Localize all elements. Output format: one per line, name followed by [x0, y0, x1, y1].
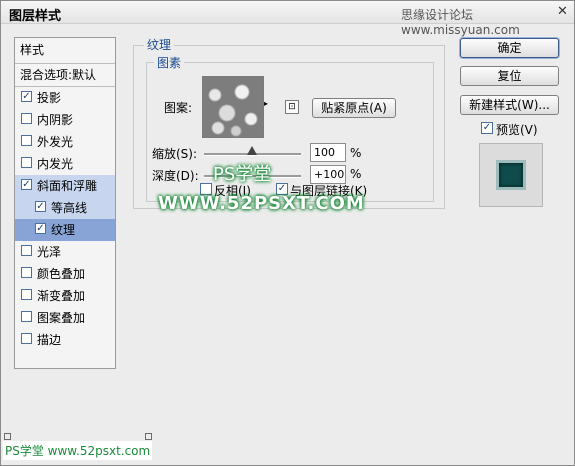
styles-header[interactable]: 样式 [15, 38, 115, 64]
style-item-outer-glow[interactable]: 外发光 [15, 131, 115, 153]
contour-checkbox[interactable]: ✓ [35, 201, 46, 212]
corner-mark [145, 433, 152, 440]
new-style-button[interactable]: 新建样式(W)... [460, 95, 559, 115]
depth-unit: % [350, 167, 362, 181]
footer-watermark: PS学堂 www.52psxt.com [3, 441, 153, 460]
depth-label: 深度(D): [152, 169, 199, 183]
style-item-satin[interactable]: 光泽 [15, 241, 115, 263]
style-item-drop-shadow[interactable]: ✓ 投影 [15, 87, 115, 109]
pattern-overlay-checkbox[interactable] [21, 311, 32, 322]
style-item-label: 等高线 [51, 201, 88, 215]
styles-list: 样式 混合选项:默认 ✓ 投影 内阴影 外发光 内发光 ✓ 斜面和浮雕 ✓ 等高… [14, 37, 116, 369]
style-item-label: 投影 [37, 91, 62, 105]
style-item-label: 内阴影 [37, 113, 74, 127]
blending-options-item[interactable]: 混合选项:默认 [15, 64, 115, 87]
style-item-label: 图案叠加 [37, 311, 86, 325]
site-watermark-brand: PS学堂 [213, 164, 272, 185]
style-item-texture[interactable]: ✓ 纹理 [15, 219, 115, 241]
corner-mark [4, 433, 11, 440]
style-item-label: 斜面和浮雕 [37, 179, 98, 193]
pattern-label: 图案: [164, 101, 193, 115]
preview-tile [496, 160, 526, 190]
scale-slider-thumb[interactable] [247, 146, 257, 155]
snap-to-origin-button[interactable]: 贴紧原点(A) [312, 98, 396, 118]
style-item-gradient-overlay[interactable]: 渐变叠加 [15, 285, 115, 307]
new-preset-icon[interactable]: ⊡ [285, 100, 299, 114]
forum-watermark: 思缘设计论坛 www.missyuan.com [401, 8, 520, 37]
style-item-label: 渐变叠加 [37, 289, 86, 303]
elements-group-title: 图素 [154, 54, 185, 71]
style-item-bevel-emboss[interactable]: ✓ 斜面和浮雕 [15, 175, 115, 197]
preview-label: 预览(V) [496, 123, 538, 137]
texture-group-title: 纹理 [144, 36, 175, 53]
scale-input[interactable]: 100 [310, 143, 346, 162]
style-item-label: 光泽 [37, 245, 62, 259]
stroke-checkbox[interactable] [21, 333, 32, 344]
style-item-label: 内发光 [37, 157, 74, 171]
style-item-label: 描边 [37, 333, 62, 347]
ok-button[interactable]: 确定 [460, 38, 559, 58]
drop-shadow-checkbox[interactable]: ✓ [21, 91, 32, 102]
outer-glow-checkbox[interactable] [21, 135, 32, 146]
scale-label: 缩放(S): [152, 147, 198, 161]
title-bar: 图层样式 思缘设计论坛 www.missyuan.com ✕ [1, 1, 574, 37]
inner-shadow-checkbox[interactable] [21, 113, 32, 124]
close-icon[interactable]: ✕ [557, 4, 568, 19]
style-preview-thumbnail [479, 143, 543, 207]
preview-checkbox[interactable]: ✓ [481, 122, 493, 134]
style-item-label: 颜色叠加 [37, 267, 86, 281]
reset-button[interactable]: 复位 [460, 66, 559, 86]
satin-checkbox[interactable] [21, 245, 32, 256]
layer-style-dialog: 图层样式 思缘设计论坛 www.missyuan.com ✕ 样式 混合选项:默… [0, 0, 575, 466]
dialog-title: 图层样式 [9, 9, 62, 24]
gradient-overlay-checkbox[interactable] [21, 289, 32, 300]
style-item-stroke[interactable]: 描边 [15, 329, 115, 351]
style-item-label: 外发光 [37, 135, 74, 149]
style-item-contour[interactable]: ✓ 等高线 [15, 197, 115, 219]
texture-checkbox[interactable]: ✓ [35, 223, 46, 234]
inner-glow-checkbox[interactable] [21, 157, 32, 168]
style-item-inner-glow[interactable]: 内发光 [15, 153, 115, 175]
style-item-color-overlay[interactable]: 颜色叠加 [15, 263, 115, 285]
style-item-label: 纹理 [51, 223, 76, 237]
site-watermark-url: WWW.52PSXT.COM [158, 193, 365, 214]
pattern-swatch[interactable] [202, 76, 264, 138]
style-item-pattern-overlay[interactable]: 图案叠加 [15, 307, 115, 329]
scale-unit: % [350, 146, 362, 160]
color-overlay-checkbox[interactable] [21, 267, 32, 278]
pattern-dropdown-icon[interactable]: ▸ [264, 99, 268, 108]
bevel-emboss-checkbox[interactable]: ✓ [21, 179, 32, 190]
style-item-inner-shadow[interactable]: 内阴影 [15, 109, 115, 131]
